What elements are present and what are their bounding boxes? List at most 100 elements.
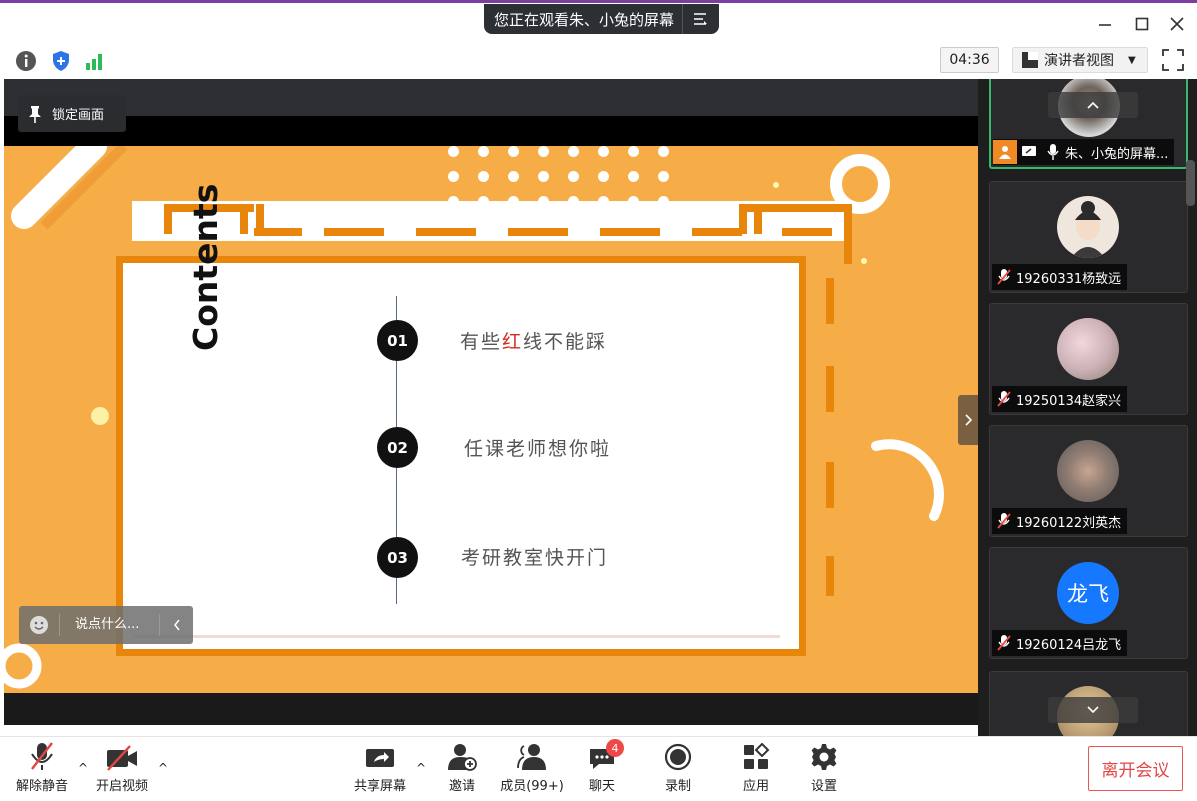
mic-muted-icon [992, 391, 1016, 407]
minimize-icon[interactable] [1090, 11, 1120, 37]
settings-button[interactable]: 设置 [808, 737, 840, 801]
participant-name: 19260124吕龙飞 [1016, 637, 1122, 653]
slide-title: Contents [186, 183, 225, 351]
share-options-icon[interactable]: ^ [414, 761, 428, 775]
settings-label: 设置 [810, 779, 837, 794]
sharing-notice[interactable]: 您正在观看朱、小兔的屏幕 [484, 4, 719, 34]
chat-button[interactable]: 4 聊天 [586, 737, 624, 801]
meeting-window: 您正在观看朱、小兔的屏幕 04:36 演讲者视图 ▼ 锁定画面 Contents… [0, 0, 1197, 801]
members-icon [517, 744, 546, 770]
share-screen-label: 共享屏幕 [353, 779, 406, 794]
sharing-menu-icon[interactable] [682, 4, 719, 34]
invite-label: 邀请 [448, 779, 475, 794]
title-bar: 您正在观看朱、小兔的屏幕 [0, 0, 1197, 42]
start-video-label: 开启视频 [95, 779, 148, 794]
avatar: 龙飞 [1057, 562, 1119, 624]
unmute-button[interactable]: 解除静音 [14, 737, 70, 801]
invite-icon [448, 744, 477, 771]
chat-label: 聊天 [588, 779, 615, 794]
close-icon[interactable] [1162, 11, 1192, 37]
invite-button[interactable]: 邀请 [444, 737, 480, 801]
maximize-icon[interactable] [1127, 11, 1157, 37]
participant-name: 朱、小兔的屏幕... [1065, 146, 1169, 162]
layout-icon [1022, 52, 1038, 68]
meeting-timer: 04:36 [940, 47, 999, 73]
security-shield-icon[interactable] [48, 48, 74, 74]
mic-muted-icon [992, 635, 1016, 651]
item-number-3: 03 [377, 537, 418, 578]
participant-name: 19260122刘英杰 [1016, 515, 1122, 531]
item-number-1: 01 [377, 320, 418, 361]
gear-icon [811, 744, 837, 770]
start-video-button[interactable]: 开启视频 [94, 737, 150, 801]
quick-chat-input[interactable]: 说点什么... [19, 606, 193, 644]
item-text-2: 任课老师想你啦 [464, 438, 612, 460]
participant-label-4: 19260122刘英杰 [992, 508, 1128, 534]
video-off-icon [107, 745, 137, 771]
item-text-3: 考研教室快开门 [461, 547, 609, 569]
participant-tile-3[interactable]: 19250134赵家兴 [989, 303, 1188, 415]
view-mode-label: 演讲者视图 [1044, 53, 1114, 69]
screen-share-icon [1017, 145, 1041, 159]
stage-top-bar [4, 79, 978, 116]
item-number-2: 02 [377, 427, 418, 468]
record-icon [664, 743, 692, 771]
share-screen-icon [366, 749, 394, 767]
host-icon [993, 140, 1017, 164]
chevron-left-icon[interactable] [159, 614, 193, 636]
participant-label-3: 19250134赵家兴 [992, 386, 1128, 412]
view-mode-select[interactable]: 演讲者视图 ▼ [1012, 47, 1148, 73]
sharing-notice-text: 您正在观看朱、小兔的屏幕 [494, 10, 675, 29]
avatar [1057, 196, 1119, 258]
chat-placeholder: 说点什么... [59, 614, 159, 636]
gallery-scroll-down-button[interactable] [1048, 697, 1138, 723]
apps-button[interactable]: 应用 [740, 737, 772, 801]
audio-options-icon[interactable]: ^ [76, 761, 90, 775]
participant-gallery: 朱、小兔的屏幕... 19260331杨致远 19250134赵家兴 19260… [978, 79, 1197, 736]
participant-label-2: 19260331杨致远 [992, 264, 1128, 290]
participant-label-5: 19260124吕龙飞 [992, 630, 1128, 656]
apps-icon [744, 743, 770, 769]
info-icon[interactable] [13, 48, 39, 74]
participant-label-1: 朱、小兔的屏幕... [993, 139, 1175, 165]
mic-on-icon [1041, 144, 1065, 160]
members-button[interactable]: 成员(99+) [500, 737, 564, 801]
stage-bottom-bar [4, 693, 978, 725]
chat-unread-badge: 4 [606, 739, 624, 757]
pin-icon [18, 105, 52, 123]
meeting-info-bar: 04:36 演讲者视图 ▼ [0, 42, 1197, 79]
participant-name: 19260331杨致远 [1016, 271, 1122, 287]
participant-tile-2[interactable]: 19260331杨致远 [989, 181, 1188, 293]
collapse-gallery-button[interactable] [958, 395, 978, 445]
item-text-1: 有些红线不能踩 [460, 331, 608, 353]
signal-strength-icon[interactable] [81, 48, 107, 74]
slide-underline [134, 635, 780, 638]
participant-tile-5[interactable]: 龙飞 19260124吕龙飞 [989, 547, 1188, 659]
mic-muted-icon [992, 269, 1016, 285]
emoji-icon[interactable] [19, 615, 59, 635]
meeting-toolbar: 解除静音 ^ 开启视频 ^ 共享屏幕 ^ 邀请 成员(99+) 4 聊天 录制 [0, 736, 1197, 801]
chevron-right-icon [965, 414, 973, 426]
lock-view-label: 锁定画面 [52, 108, 105, 123]
unmute-label: 解除静音 [15, 779, 68, 794]
avatar [1057, 318, 1119, 380]
fullscreen-icon[interactable] [1160, 47, 1186, 73]
leave-meeting-button[interactable]: 离开会议 [1088, 746, 1183, 791]
mic-muted-icon [31, 742, 53, 770]
gallery-scrollbar[interactable] [1186, 160, 1195, 206]
participant-name: 19250134赵家兴 [1016, 393, 1122, 409]
mic-muted-icon [992, 513, 1016, 529]
share-screen-button[interactable]: 共享屏幕 [352, 737, 408, 801]
chevron-up-icon [1087, 101, 1099, 109]
record-label: 录制 [664, 779, 691, 794]
video-options-icon[interactable]: ^ [156, 761, 170, 775]
record-button[interactable]: 录制 [662, 737, 694, 801]
chevron-down-icon: ▼ [1128, 54, 1136, 66]
chevron-down-icon [1087, 706, 1099, 714]
avatar [1057, 440, 1119, 502]
apps-label: 应用 [742, 779, 769, 794]
members-label: 成员(99+) [500, 779, 564, 794]
gallery-scroll-up-button[interactable] [1048, 92, 1138, 118]
lock-view-button[interactable]: 锁定画面 [18, 95, 126, 132]
participant-tile-4[interactable]: 19260122刘英杰 [989, 425, 1188, 537]
